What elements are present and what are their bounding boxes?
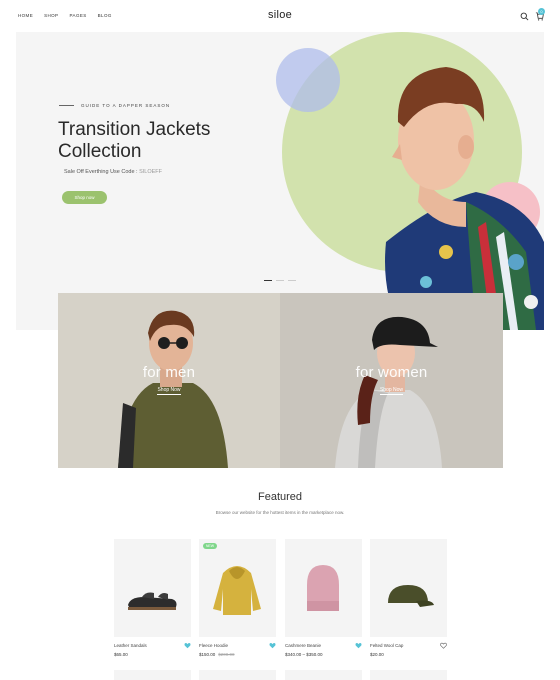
wishlist-heart-icon[interactable] bbox=[184, 642, 191, 649]
product-price: $150.00 $200.00 bbox=[199, 652, 235, 657]
hero-subtitle-text: GUIDE TO A DAPPER SEASON bbox=[81, 103, 171, 108]
wishlist-heart-icon[interactable] bbox=[269, 642, 276, 649]
product-price-old: $200.00 bbox=[218, 652, 235, 657]
beanie-image bbox=[307, 565, 339, 611]
product-image[interactable] bbox=[114, 539, 191, 637]
men-model-image bbox=[118, 310, 228, 468]
product-image[interactable] bbox=[285, 539, 362, 637]
featured-title: Featured bbox=[257, 491, 303, 503]
wishlist-heart-icon[interactable] bbox=[440, 642, 447, 649]
cap-image bbox=[388, 585, 434, 607]
product-card-next-row bbox=[370, 670, 447, 680]
product-name[interactable]: Leather Sandals bbox=[114, 643, 147, 648]
hero-slider: GUIDE TO A DAPPER SEASON Transition Jack… bbox=[16, 32, 544, 330]
product-card-next-row bbox=[114, 670, 191, 680]
hero-subtitle-line bbox=[59, 105, 74, 106]
slider-dot-1[interactable] bbox=[264, 280, 272, 281]
new-badge: NEW bbox=[203, 543, 217, 549]
banner-women[interactable]: for women Shop Now bbox=[280, 293, 503, 468]
product-card-next-row bbox=[285, 670, 362, 680]
hero-promo-text: Sale Off Everthing Use Code : SILOEFF bbox=[64, 169, 162, 175]
banner-men-title: for men bbox=[142, 364, 196, 381]
site-header: HOME SHOP PAGES BLOG siloe 0 bbox=[0, 0, 560, 32]
cart-count-badge: 0 bbox=[538, 8, 545, 15]
product-card-next-row bbox=[199, 670, 276, 680]
banner-men-link-text[interactable]: Shop Now bbox=[157, 387, 181, 395]
sandals-image bbox=[128, 592, 177, 610]
banner-women-title: for women bbox=[355, 364, 428, 381]
product-name[interactable]: Cashmere Beanie bbox=[285, 643, 321, 648]
product-price-current: $340.00 – $350.00 bbox=[285, 652, 323, 657]
banner-women-link-text[interactable]: Shop Now bbox=[379, 387, 404, 395]
search-icon[interactable] bbox=[520, 12, 529, 21]
product-card: Felted Wool Cap $20.00 bbox=[370, 539, 447, 657]
hero-promo-code: SILOEFF bbox=[139, 169, 163, 175]
product-price: $20.00 bbox=[370, 652, 384, 657]
product-card: Cashmere Beanie $340.00 – $350.00 bbox=[285, 539, 362, 657]
product-price-current: $20.00 bbox=[370, 652, 384, 657]
product-image[interactable]: NEW bbox=[199, 539, 276, 637]
slider-dot-3[interactable] bbox=[288, 280, 296, 281]
slider-pagination bbox=[264, 280, 296, 281]
hero-subtitle: GUIDE TO A DAPPER SEASON bbox=[59, 103, 170, 108]
banner-men-link[interactable]: Shop Now bbox=[58, 387, 280, 395]
product-name[interactable]: Felted Wool Cap bbox=[370, 643, 403, 648]
product-card: NEW Fleece Hoodie $150.00 $200.00 bbox=[199, 539, 276, 657]
hero-title-line-1: Transition Jackets bbox=[58, 119, 211, 140]
wishlist-heart-icon[interactable] bbox=[355, 642, 362, 649]
hero-model-image bbox=[385, 67, 544, 330]
product-card: Leather Sandals $65.00 bbox=[114, 539, 191, 657]
hero-decor-circle-blue bbox=[276, 48, 340, 112]
product-price-current: $150.00 bbox=[199, 652, 216, 657]
hoodie-image bbox=[213, 566, 261, 615]
product-name[interactable]: Fleece Hoodie bbox=[199, 643, 228, 648]
hero-promo-label: Sale Off Everthing Use Code : bbox=[64, 169, 138, 175]
product-price: $340.00 – $350.00 bbox=[285, 652, 323, 657]
product-price-current: $65.00 bbox=[114, 652, 128, 657]
hero-title-line-2: Collection bbox=[58, 141, 142, 162]
site-logo[interactable]: siloe bbox=[0, 9, 560, 21]
banner-women-link[interactable]: Shop Now bbox=[280, 387, 503, 395]
banner-men[interactable]: for men Shop Now bbox=[58, 293, 280, 468]
hero-title: Transition Jackets Collection bbox=[58, 119, 278, 163]
product-image[interactable] bbox=[370, 539, 447, 637]
shop-now-button[interactable]: Shop now bbox=[62, 191, 107, 204]
product-price: $65.00 bbox=[114, 652, 128, 657]
slider-dot-2[interactable] bbox=[276, 280, 284, 281]
featured-subtitle: Browse our website for the hottest items… bbox=[215, 510, 345, 515]
